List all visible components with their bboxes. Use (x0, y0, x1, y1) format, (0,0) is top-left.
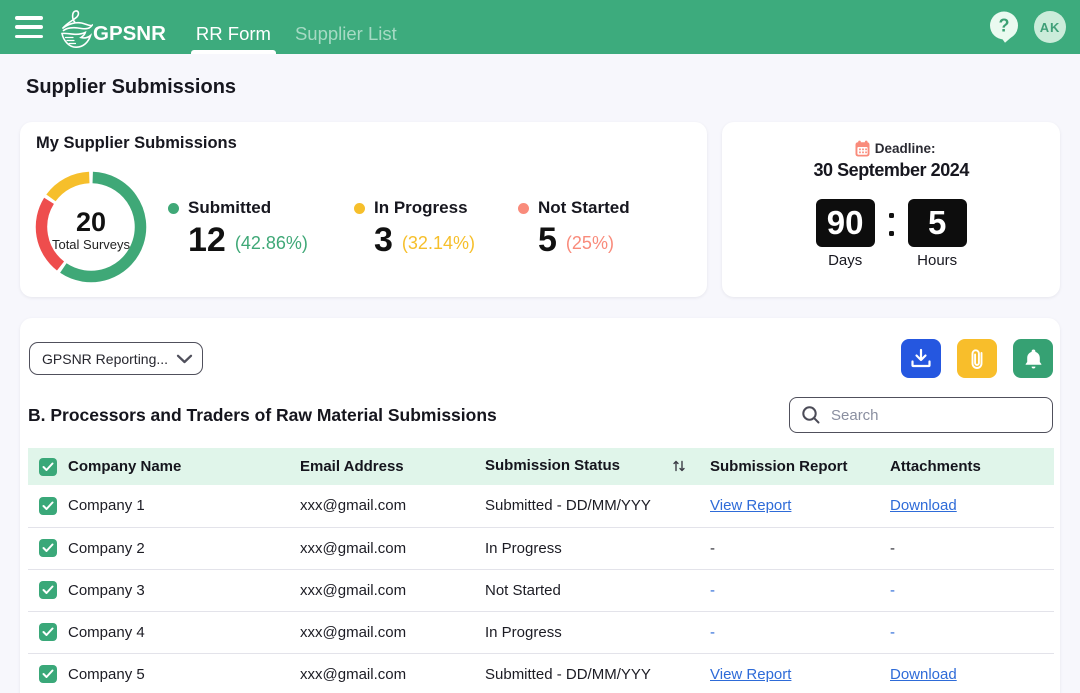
svg-text:?: ? (999, 16, 1010, 36)
